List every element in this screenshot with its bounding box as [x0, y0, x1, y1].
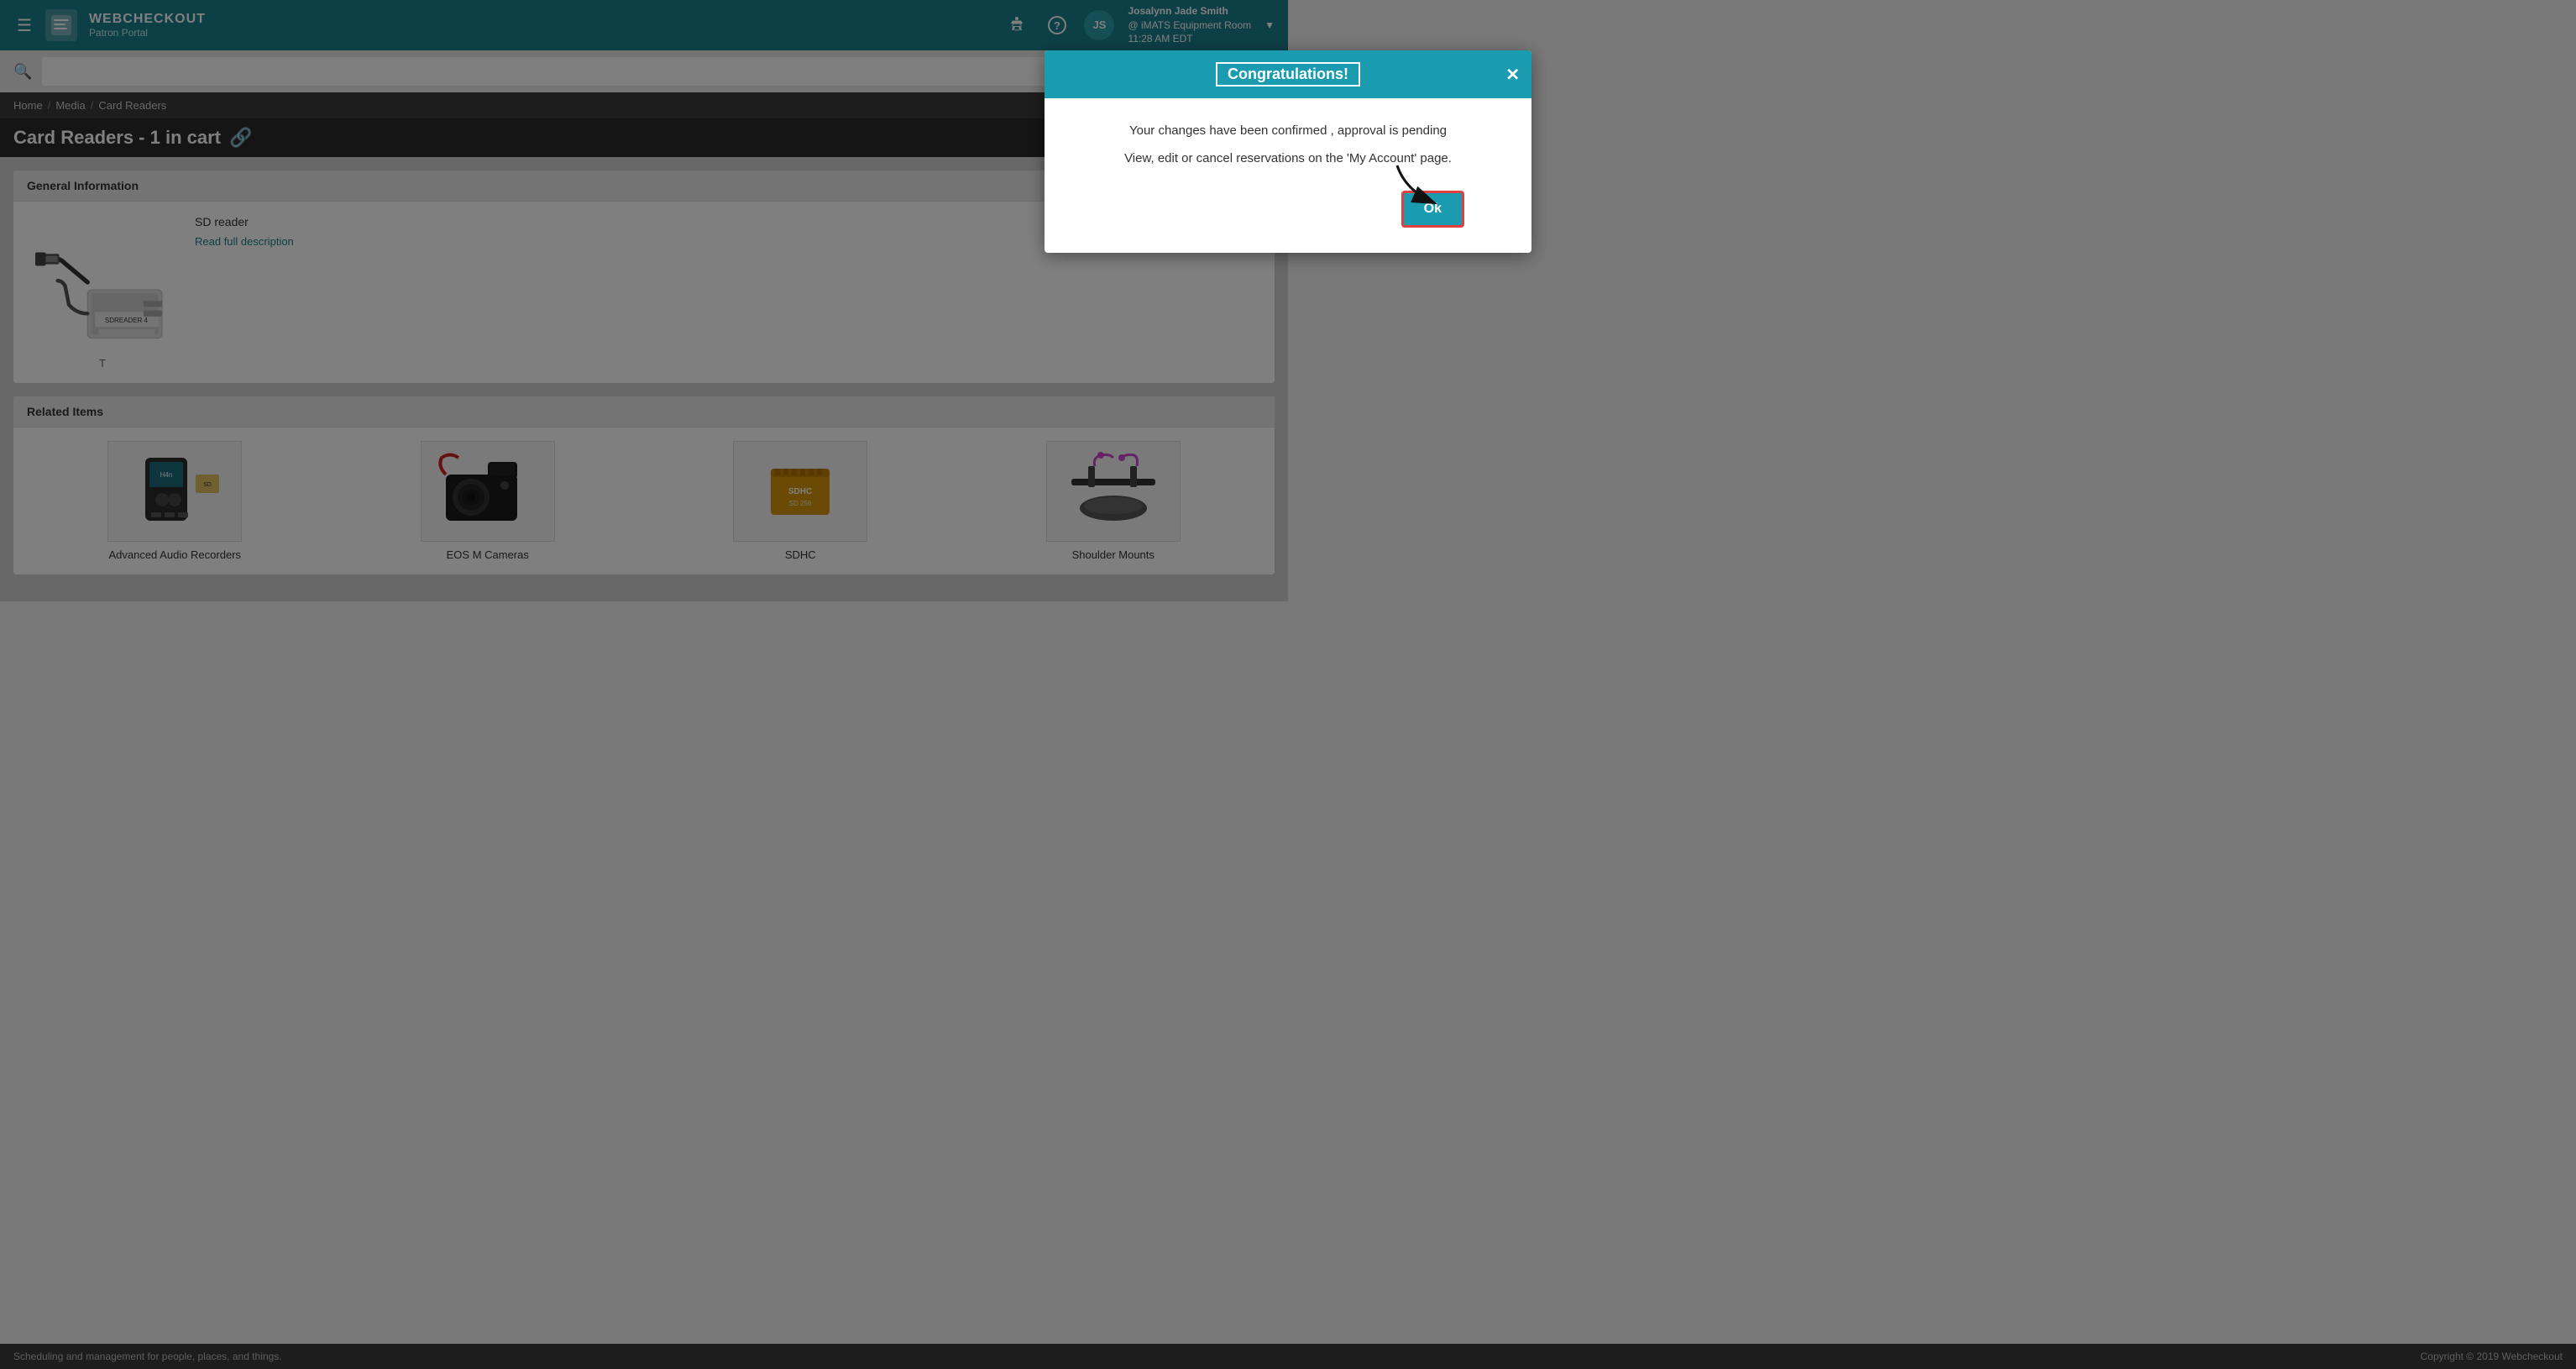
modal-body: Your changes have been confirmed , appro…: [1045, 98, 1531, 253]
modal-close-button[interactable]: ✕: [1505, 64, 1520, 85]
congratulations-modal: Congratulations! ✕ Your changes have bee…: [1045, 50, 1531, 253]
modal-title: Congratulations!: [1216, 62, 1360, 87]
modal-header: Congratulations! ✕: [1045, 50, 1531, 98]
arrow-indicator: [1389, 157, 1456, 216]
modal-overlay: Congratulations! ✕ Your changes have bee…: [0, 0, 2576, 1369]
modal-message1: Your changes have been confirmed , appro…: [1078, 123, 1498, 138]
